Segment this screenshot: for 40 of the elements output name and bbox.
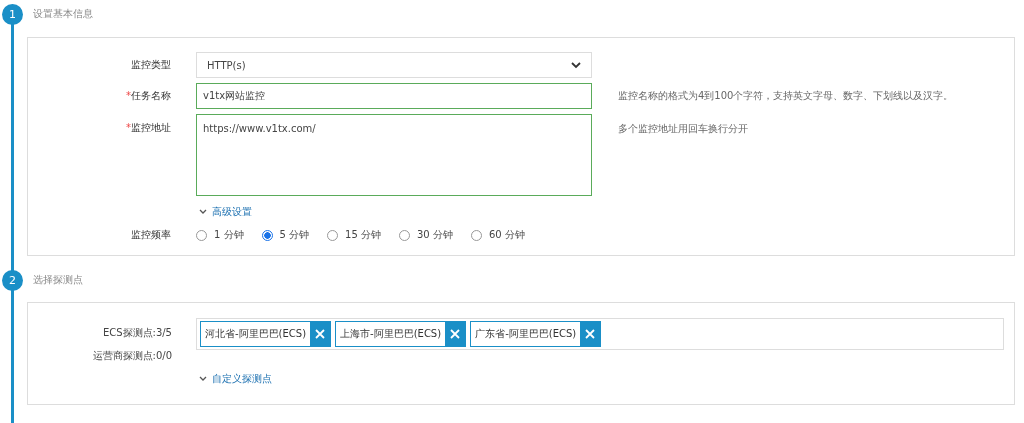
- close-button[interactable]: [445, 322, 466, 346]
- radio-circle[interactable]: [399, 229, 410, 241]
- field-label: 监控频率: [130, 228, 172, 242]
- probe-count: 运营商探测点:0/0: [92, 349, 172, 363]
- frequency-radio[interactable]: 60 分钟: [470, 228, 525, 242]
- radio-circle[interactable]: [470, 229, 482, 241]
- close-button[interactable]: [310, 322, 331, 346]
- hint-text: 多个监控地址用回车换行分开: [618, 122, 748, 136]
- tag-label: 上海市-阿里巴巴(ECS): [339, 327, 443, 341]
- probe-select-field[interactable]: 河北省-阿里巴巴(ECS) 上海市-阿里巴巴(ECS) 广东省-阿里巴巴(ECS): [196, 318, 1004, 350]
- step-title: 设置基本信息: [33, 7, 93, 21]
- close-button[interactable]: [580, 322, 601, 346]
- tag-label: 广东省-阿里巴巴(ECS): [474, 327, 578, 341]
- custom-probes-link[interactable]: 自定义探测点: [199, 372, 272, 386]
- field-label: *监控地址: [125, 121, 172, 135]
- frequency-radio[interactable]: 15 分钟: [327, 228, 381, 242]
- chevron-down-icon: [199, 209, 207, 215]
- close-icon: [450, 329, 461, 339]
- probe-count: ECS探测点:3/5: [102, 326, 172, 340]
- url-textarea[interactable]: https://www.v1tx.com/: [196, 114, 592, 196]
- tag-label: 河北省-阿里巴巴(ECS): [204, 327, 308, 341]
- step-title: 选择探测点: [33, 273, 83, 287]
- frequency-radio[interactable]: 30 分钟: [399, 228, 453, 242]
- radio-circle[interactable]: [261, 229, 273, 241]
- close-icon: [585, 329, 596, 339]
- step-number: 2: [2, 269, 23, 291]
- step-number: 1: [2, 3, 23, 25]
- advanced-settings-link[interactable]: 高级设置: [199, 205, 252, 219]
- chevron-down-icon: [199, 376, 207, 382]
- hint-text: 监控名称的格式为4到100个字符，支持英文字母、数字、下划线以及汉字。: [618, 89, 954, 103]
- radio-circle[interactable]: [327, 229, 339, 241]
- task-name-field[interactable]: v1tx网站监控: [196, 83, 592, 109]
- field-label: 监控类型: [130, 58, 172, 72]
- chevron-down-icon: [571, 61, 581, 69]
- field-label: *任务名称: [125, 89, 172, 103]
- radio-circle[interactable]: [196, 229, 207, 241]
- close-icon: [315, 329, 326, 339]
- type-dropdown[interactable]: HTTP(s): [196, 52, 592, 78]
- frequency-radio[interactable]: 5 分钟: [261, 228, 310, 242]
- frequency-radio[interactable]: 1 分钟: [196, 228, 244, 242]
